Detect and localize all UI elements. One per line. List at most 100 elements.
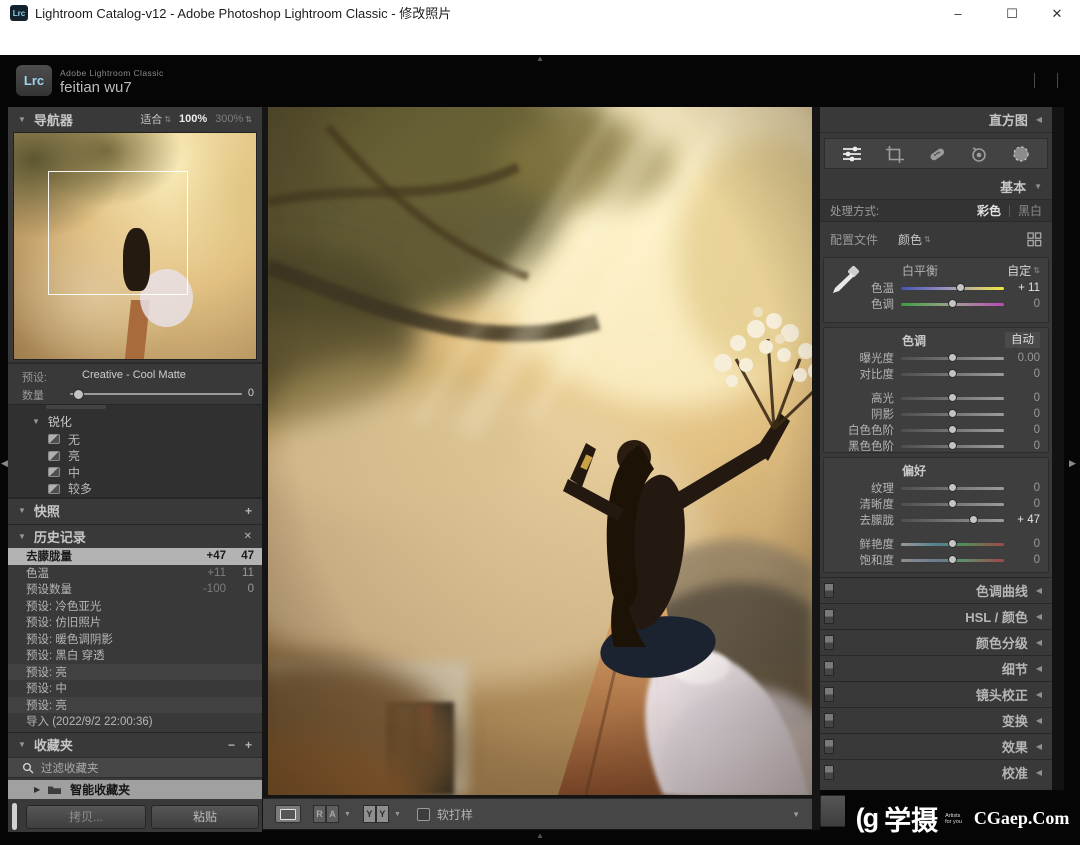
copy-button[interactable]: 拷贝...	[26, 805, 146, 829]
navigator-preview[interactable]	[13, 132, 257, 360]
collapse-left-panel-icon[interactable]: ◀	[1, 458, 8, 469]
photo-canvas[interactable]	[268, 107, 812, 795]
smart-collections-row[interactable]: ▶ 智能收藏夹	[8, 780, 262, 799]
history-step[interactable]: 预设: 暖色调阴影	[8, 631, 262, 648]
preset-item[interactable]: 中	[8, 464, 262, 481]
panel-header[interactable]: 细节 ◀	[820, 655, 1052, 681]
panel-toggle-switch[interactable]	[824, 635, 834, 650]
profile-value[interactable]: 颜色	[898, 231, 922, 248]
add-collection-button[interactable]: +	[245, 738, 252, 752]
panel-header[interactable]: 校准 ◀	[820, 759, 1052, 785]
compare-view-buttons[interactable]: R A	[313, 805, 339, 823]
slider-thumb[interactable]	[948, 393, 957, 402]
basic-panel-header[interactable]: 基本 ▼	[820, 173, 1052, 199]
white-balance-eyedropper-icon[interactable]	[829, 264, 861, 298]
history-step[interactable]: 去朦胧量 +47 47	[8, 548, 262, 565]
minimize-button[interactable]: –	[935, 0, 981, 27]
slider-thumb[interactable]	[948, 409, 957, 418]
slider-value[interactable]: 0	[1004, 482, 1040, 494]
compare-dropdown-icon[interactable]: ▼	[344, 811, 351, 818]
slider-thumb[interactable]	[948, 555, 957, 564]
slider-track[interactable]	[901, 413, 1004, 416]
slider-track[interactable]	[901, 303, 1004, 306]
slider-value[interactable]: 0	[1004, 368, 1040, 380]
edit-sliders-tool-icon[interactable]	[841, 145, 863, 163]
panel-toggle-switch[interactable]	[824, 739, 834, 754]
crop-tool-icon[interactable]	[885, 145, 905, 163]
masking-tool-icon[interactable]	[1011, 145, 1031, 163]
remove-collection-button[interactable]: −	[228, 738, 235, 752]
slider-track[interactable]	[901, 357, 1004, 360]
history-step[interactable]: 预设数量 -100 0	[8, 581, 262, 598]
slider-thumb[interactable]	[948, 539, 957, 548]
after-view-button[interactable]: Y	[376, 805, 389, 823]
close-button[interactable]: ✕	[1034, 0, 1080, 27]
slider-value[interactable]: 0	[1004, 408, 1040, 420]
panel-toggle-switch[interactable]	[824, 583, 834, 598]
slider-track[interactable]	[901, 543, 1004, 546]
slider-value[interactable]: 0	[1004, 440, 1040, 452]
slider-thumb[interactable]	[948, 299, 957, 308]
slider-track[interactable]	[901, 519, 1004, 522]
spinner-icon[interactable]: ⇅	[164, 115, 171, 124]
zoom-100[interactable]: 100%	[179, 113, 207, 125]
slider-value[interactable]: 0.00	[1004, 352, 1040, 364]
spinner-icon[interactable]: ⇅	[1033, 266, 1040, 275]
slider-thumb[interactable]	[948, 369, 957, 378]
panel-toggle-switch[interactable]	[824, 687, 834, 702]
navigator-zoom-rect[interactable]	[48, 171, 188, 295]
reference-view-button[interactable]: R	[313, 805, 326, 823]
loupe-view-button[interactable]	[275, 805, 301, 823]
slider-track[interactable]	[901, 445, 1004, 448]
slider-thumb[interactable]	[948, 441, 957, 450]
collections-filter[interactable]: 过滤收藏夹	[8, 757, 262, 778]
module-tab[interactable]	[1046, 73, 1069, 90]
snapshots-header[interactable]: ▼ 快照 +	[8, 498, 262, 522]
slider-track[interactable]	[901, 397, 1004, 400]
collapse-right-panel-icon[interactable]: ▶	[1069, 458, 1076, 469]
history-step[interactable]: 预设: 黑白 穿透	[8, 647, 262, 664]
active-view-button[interactable]: A	[326, 805, 339, 823]
spinner-icon[interactable]: ⇅	[245, 115, 252, 124]
zoom-fit[interactable]: 适合	[140, 111, 162, 127]
white-balance-preset[interactable]: 自定	[1007, 262, 1031, 279]
preset-item[interactable]: 较多	[8, 481, 262, 498]
top-panel-grip[interactable]: ▲	[528, 54, 552, 63]
slider-value[interactable]: 0	[1004, 424, 1040, 436]
panel-toggle-switch[interactable]	[824, 609, 834, 624]
add-snapshot-button[interactable]: +	[245, 504, 252, 518]
slider-track[interactable]	[901, 287, 1004, 290]
treatment-bw-option[interactable]: 黑白	[1018, 202, 1042, 219]
panel-toggle-switch[interactable]	[824, 661, 834, 676]
slider-thumb[interactable]	[969, 515, 978, 524]
slider-value[interactable]: + 47	[1004, 514, 1040, 526]
slider-value[interactable]: 0	[1004, 554, 1040, 566]
soft-proof-checkbox[interactable]	[417, 808, 430, 821]
panel-toggle-switch[interactable]	[824, 713, 834, 728]
preset-group-sharpen[interactable]: ▼ 锐化	[8, 413, 262, 430]
slider-thumb[interactable]	[948, 483, 957, 492]
slider-thumb[interactable]	[948, 499, 957, 508]
toolbar-options-icon[interactable]: ▼	[792, 810, 800, 819]
history-step[interactable]: 预设: 中	[8, 680, 262, 697]
maximize-button[interactable]: ☐	[989, 0, 1035, 27]
slider-value[interactable]: 0	[1004, 498, 1040, 510]
history-header[interactable]: ▼ 历史记录 ✕	[8, 524, 262, 548]
history-step[interactable]: 预设: 亮	[8, 664, 262, 681]
slider-value[interactable]: 0	[1004, 298, 1040, 310]
clear-history-button[interactable]: ✕	[244, 531, 252, 542]
left-panel-scrollbar[interactable]	[12, 803, 17, 830]
slider-track[interactable]	[901, 503, 1004, 506]
slider-thumb[interactable]	[948, 425, 957, 434]
slider-value[interactable]: 0	[1004, 392, 1040, 404]
panel-toggle-switch[interactable]	[824, 765, 834, 780]
profile-browser-icon[interactable]	[1027, 232, 1042, 247]
history-step[interactable]: 色温 +11 11	[8, 565, 262, 582]
amount-slider[interactable]	[70, 393, 242, 395]
expand-icon[interactable]: ▶	[34, 785, 40, 794]
slider-thumb[interactable]	[956, 283, 965, 292]
panel-header[interactable]: HSL / 颜色 ◀	[820, 603, 1052, 629]
slider-track[interactable]	[901, 429, 1004, 432]
amount-slider-thumb[interactable]	[73, 389, 84, 400]
paste-button[interactable]: 粘贴	[151, 805, 259, 829]
